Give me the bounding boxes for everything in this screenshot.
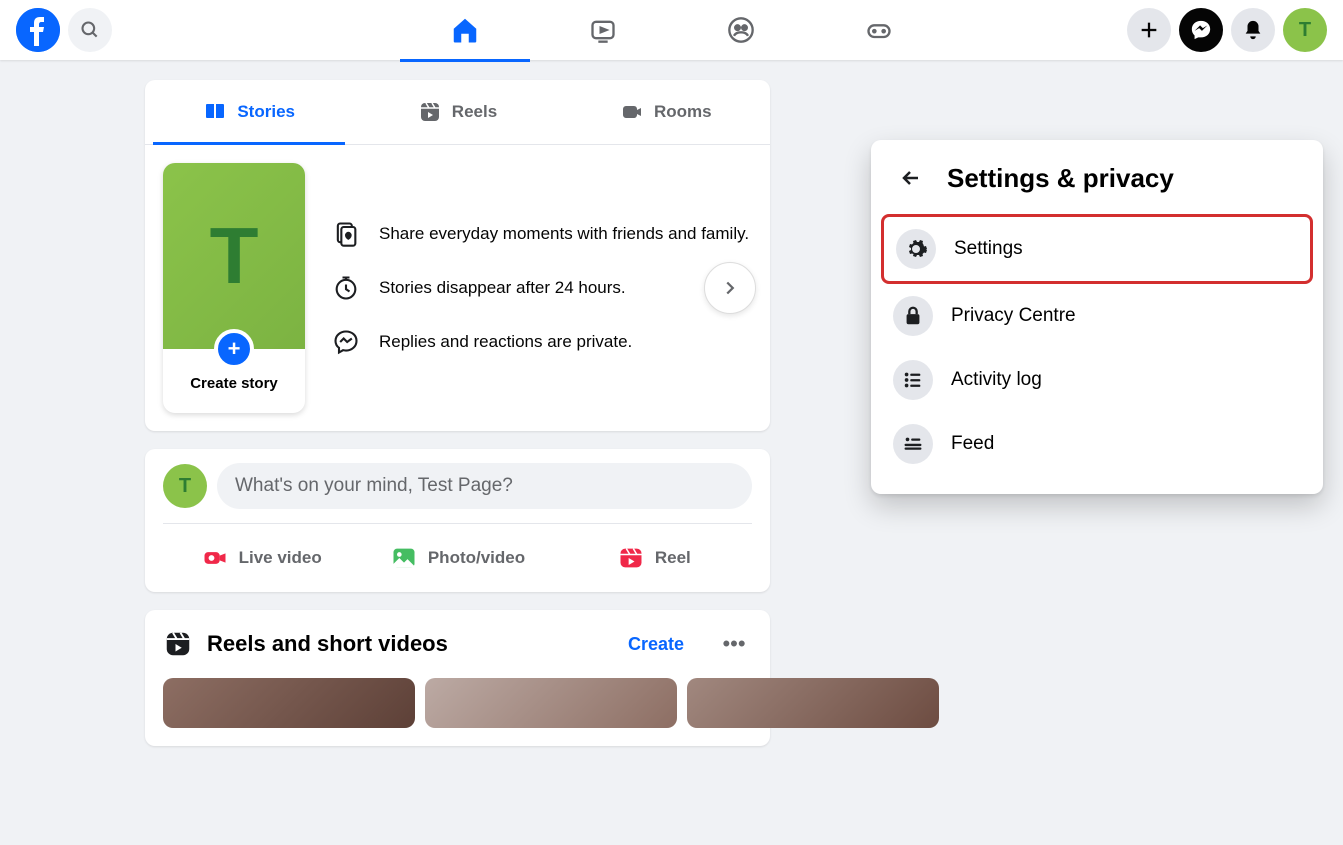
reels-card: Reels and short videos Create ••• — [145, 610, 770, 746]
feed-icon — [893, 424, 933, 464]
composer-card: T What's on your mind, Test Page? Live v… — [145, 449, 770, 592]
info-text: Share everyday moments with friends and … — [379, 224, 749, 244]
reels-header: Reels and short videos Create ••• — [145, 610, 770, 678]
dropdown-title: Settings & privacy — [947, 163, 1174, 194]
action-label: Live video — [239, 548, 322, 568]
reels-title: Reels and short videos — [207, 631, 614, 657]
story-info-list: Share everyday moments with friends and … — [331, 219, 752, 357]
top-nav: T — [0, 0, 1343, 60]
messenger-button[interactable] — [1179, 8, 1223, 52]
nav-center-tabs — [400, 2, 944, 58]
photo-icon — [390, 544, 418, 572]
tab-label: Reels — [452, 102, 497, 122]
dropdown-item-feed[interactable]: Feed — [881, 412, 1313, 476]
dropdown-label: Activity log — [951, 369, 1042, 391]
reels-thumbnails — [145, 678, 770, 746]
gaming-icon — [865, 16, 893, 44]
story-info-row: Share everyday moments with friends and … — [331, 219, 752, 249]
story-avatar-preview: T + — [163, 163, 305, 349]
composer-input[interactable]: What's on your mind, Test Page? — [217, 463, 752, 509]
stories-next-button[interactable] — [704, 262, 756, 314]
bell-icon — [1242, 19, 1264, 41]
dropdown-item-settings[interactable]: Settings — [881, 214, 1313, 284]
story-info-row: Stories disappear after 24 hours. — [331, 273, 752, 303]
composer-actions: Live video Photo/video Reel — [145, 524, 770, 592]
list-icon — [893, 360, 933, 400]
action-label: Reel — [655, 548, 691, 568]
create-story-label: Create story — [163, 375, 305, 392]
nav-tab-gaming[interactable] — [814, 2, 944, 58]
dropdown-label: Settings — [954, 238, 1023, 260]
reel-icon — [617, 544, 645, 572]
plus-icon: + — [214, 329, 254, 369]
rooms-icon — [620, 100, 644, 124]
stories-body: T + Create story Share everyday moments … — [145, 145, 770, 431]
settings-privacy-dropdown: Settings & privacy Settings Privacy Cent… — [871, 140, 1323, 494]
action-label: Photo/video — [428, 548, 525, 568]
arrow-left-icon — [899, 166, 923, 190]
photo-video-button[interactable]: Photo/video — [359, 534, 555, 582]
back-button[interactable] — [893, 160, 929, 196]
composer-top: T What's on your mind, Test Page? — [145, 449, 770, 523]
reel-button[interactable]: Reel — [556, 534, 752, 582]
nav-tab-groups[interactable] — [676, 2, 806, 58]
reels-icon — [163, 629, 193, 659]
tab-label: Stories — [237, 102, 295, 122]
create-story-card[interactable]: T + Create story — [163, 163, 305, 413]
composer-avatar[interactable]: T — [163, 464, 207, 508]
account-avatar[interactable]: T — [1283, 8, 1327, 52]
cards-icon — [331, 219, 361, 249]
create-button[interactable] — [1127, 8, 1171, 52]
live-icon — [201, 544, 229, 572]
messenger-outline-icon — [331, 327, 361, 357]
reel-thumbnail[interactable] — [687, 678, 939, 728]
nav-tab-home[interactable] — [400, 2, 530, 58]
tab-rooms[interactable]: Rooms — [562, 80, 770, 144]
nav-right: T — [1127, 8, 1327, 52]
dropdown-item-privacy-centre[interactable]: Privacy Centre — [881, 284, 1313, 348]
info-text: Replies and reactions are private. — [379, 332, 632, 352]
reel-thumbnail[interactable] — [425, 678, 677, 728]
groups-icon — [727, 16, 755, 44]
reels-more-button[interactable]: ••• — [716, 626, 752, 662]
lock-icon — [893, 296, 933, 336]
info-text: Stories disappear after 24 hours. — [379, 278, 626, 298]
book-icon — [203, 100, 227, 124]
plus-icon — [1138, 19, 1160, 41]
facebook-logo[interactable] — [16, 8, 60, 52]
messenger-icon — [1190, 19, 1212, 41]
clock-icon — [331, 273, 361, 303]
live-video-button[interactable]: Live video — [163, 534, 359, 582]
dropdown-header: Settings & privacy — [881, 152, 1313, 214]
nav-left — [16, 8, 112, 52]
reels-icon — [418, 100, 442, 124]
main-feed: Stories Reels Rooms T + Create story — [145, 80, 770, 746]
story-info-row: Replies and reactions are private. — [331, 327, 752, 357]
home-icon — [450, 15, 480, 45]
chevron-right-icon — [719, 277, 741, 299]
stories-tabs: Stories Reels Rooms — [145, 80, 770, 145]
nav-tab-watch[interactable] — [538, 2, 668, 58]
notifications-button[interactable] — [1231, 8, 1275, 52]
dots-icon: ••• — [722, 631, 745, 657]
dropdown-label: Privacy Centre — [951, 305, 1076, 327]
avatar-initial: T — [210, 210, 259, 302]
dropdown-label: Feed — [951, 433, 994, 455]
tab-stories[interactable]: Stories — [145, 80, 353, 144]
reels-create-link[interactable]: Create — [628, 634, 684, 655]
dropdown-item-activity-log[interactable]: Activity log — [881, 348, 1313, 412]
gear-icon — [896, 229, 936, 269]
reel-thumbnail[interactable] — [163, 678, 415, 728]
search-button[interactable] — [68, 8, 112, 52]
tab-reels[interactable]: Reels — [353, 80, 561, 144]
watch-icon — [589, 16, 617, 44]
tab-label: Rooms — [654, 102, 712, 122]
stories-card: Stories Reels Rooms T + Create story — [145, 80, 770, 431]
